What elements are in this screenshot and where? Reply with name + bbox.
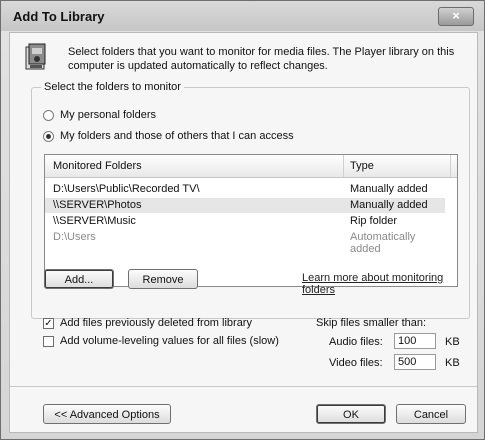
learn-more-link[interactable]: Learn more about monitoring folders [302, 272, 477, 296]
add-folder-button[interactable]: Add... [44, 269, 114, 289]
dialog-body: Select folders that you want to monitor … [9, 32, 478, 433]
table-row[interactable]: \\SERVER\Photos Manually added [45, 198, 445, 213]
checkbox-add-deleted[interactable]: ✓ Add files previously deleted from libr… [43, 317, 252, 329]
radio-button-icon [43, 109, 54, 121]
row-folder: \\SERVER\Music [53, 215, 136, 227]
list-header: Monitored Folders Type [45, 155, 457, 178]
column-header-folders[interactable]: Monitored Folders [53, 160, 142, 172]
audio-size-input[interactable]: 100 [394, 333, 436, 349]
checkbox-volume-leveling[interactable]: Add volume-leveling values for all files… [43, 335, 279, 347]
row-folder: \\SERVER\Photos [53, 199, 142, 211]
monitored-folders-list[interactable]: Monitored Folders Type D:\Users\Public\R… [44, 154, 458, 287]
dialog-title: Add To Library [13, 9, 105, 24]
column-divider [450, 155, 451, 177]
column-header-type[interactable]: Type [350, 160, 374, 172]
table-row[interactable]: D:\Users Automatically added [45, 230, 445, 255]
row-type: Manually added [350, 183, 428, 195]
skip-files-title: Skip files smaller than: [316, 317, 427, 329]
advanced-options-button[interactable]: << Advanced Options [43, 404, 171, 424]
video-files-label: Video files: [329, 357, 383, 369]
checkbox-icon [43, 335, 54, 347]
table-row[interactable]: \\SERVER\Music Rip folder [45, 214, 445, 229]
close-icon: × [452, 8, 460, 23]
checkbox-checked-icon: ✓ [43, 317, 54, 329]
radio-personal-folders[interactable]: My personal folders [43, 109, 156, 121]
column-divider [343, 155, 344, 177]
row-folder: D:\Users\Public\Recorded TV\ [53, 183, 200, 195]
audio-files-label: Audio files: [329, 336, 383, 348]
header-description: Select folders that you want to monitor … [68, 46, 455, 72]
table-row[interactable]: D:\Users\Public\Recorded TV\ Manually ad… [45, 182, 445, 197]
close-button[interactable]: × [438, 7, 474, 26]
row-type: Automatically added [350, 231, 416, 255]
ok-button[interactable]: OK [316, 404, 386, 424]
cancel-button[interactable]: Cancel [396, 404, 466, 424]
title-bar: Add To Library × [1, 1, 484, 31]
audio-unit-label: KB [445, 336, 460, 348]
radio-button-selected-icon [43, 130, 54, 142]
row-type: Manually added [350, 199, 428, 211]
remove-folder-button[interactable]: Remove [128, 269, 198, 289]
library-folder-icon [25, 43, 46, 70]
footer-divider [10, 386, 477, 387]
row-type: Rip folder [350, 215, 398, 227]
checkbox-add-deleted-label: Add files previously deleted from librar… [60, 317, 252, 329]
checkbox-volume-leveling-label: Add volume-leveling values for all files… [60, 335, 279, 347]
radio-all-folders[interactable]: My folders and those of others that I ca… [43, 130, 294, 142]
radio-personal-folders-label: My personal folders [60, 109, 156, 121]
monitor-group-label: Select the folders to monitor [41, 81, 184, 93]
radio-all-folders-label: My folders and those of others that I ca… [60, 130, 294, 142]
video-size-input[interactable]: 500 [394, 354, 436, 370]
video-unit-label: KB [445, 357, 460, 369]
row-folder: D:\Users [53, 231, 96, 243]
add-to-library-dialog: Add To Library × Select folders that you… [0, 0, 485, 440]
